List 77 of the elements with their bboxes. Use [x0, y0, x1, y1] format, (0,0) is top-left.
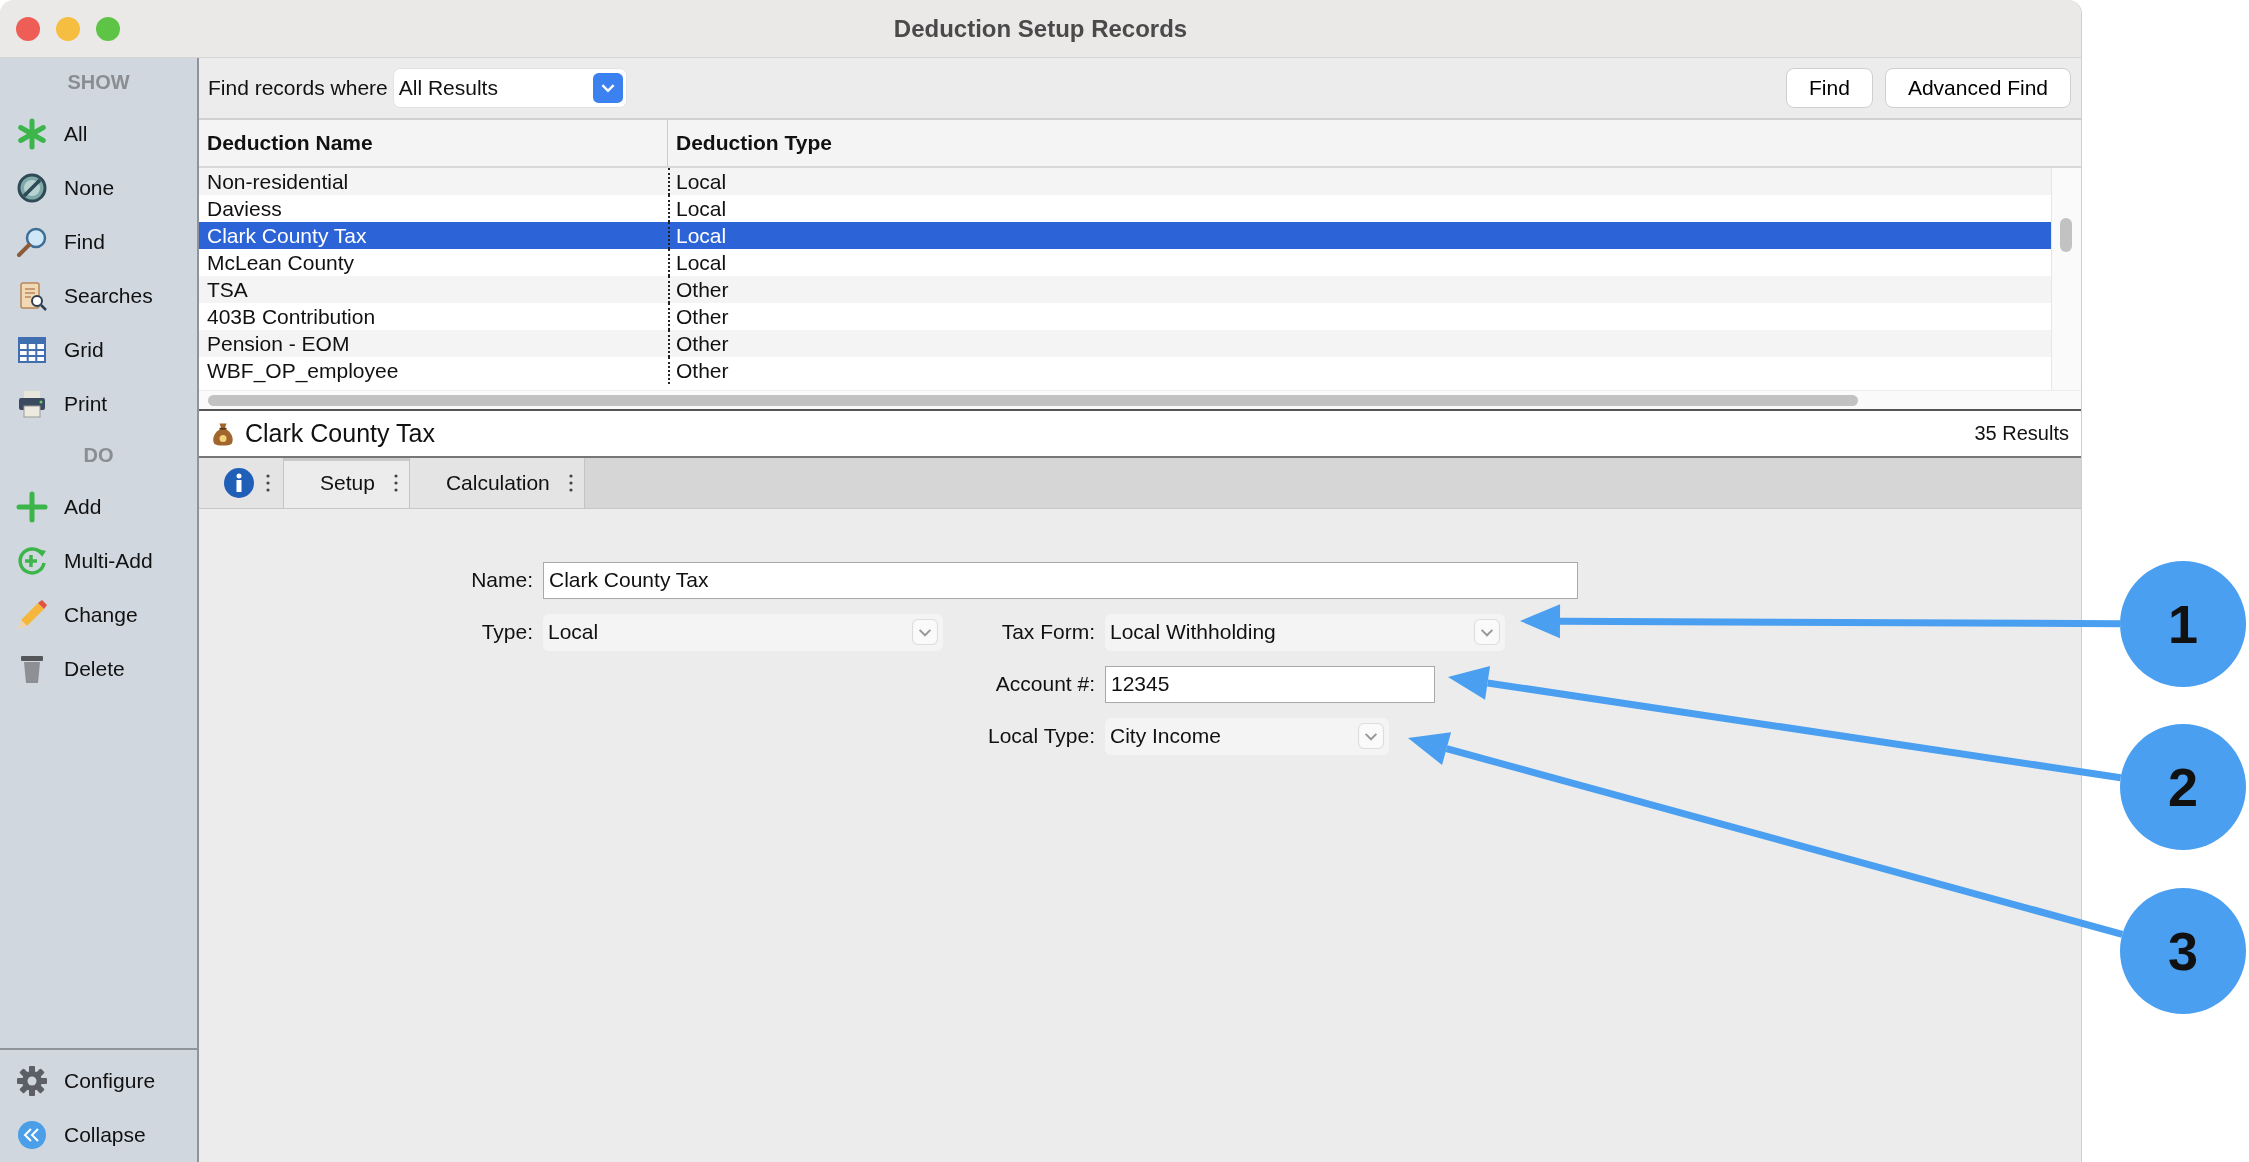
- toolbar-button[interactable]: Find: [1786, 68, 1873, 108]
- callout-number: 1: [2120, 561, 2246, 687]
- sidebar-item[interactable]: Searches: [0, 269, 197, 323]
- sidebar-heading: SHOW: [67, 71, 130, 94]
- field-label: Account #:: [995, 672, 1096, 696]
- chevron-down-icon: [1474, 619, 1500, 645]
- sidebar-item[interactable]: Multi-Add: [0, 534, 197, 588]
- filter-dropdown[interactable]: All Results: [393, 69, 626, 107]
- results-count: 35 Results: [1974, 422, 2069, 445]
- pencil-icon: [16, 599, 48, 631]
- kebab-icon[interactable]: [392, 473, 399, 493]
- table-cell-text: Other: [675, 277, 729, 303]
- table-cell-text: Other: [675, 304, 729, 330]
- info-tab[interactable]: [199, 458, 284, 508]
- window-title: Deduction Setup Records: [893, 14, 1188, 43]
- table-cell-text: Other: [675, 331, 729, 357]
- vertical-scrollbar[interactable]: [2051, 168, 2081, 390]
- field-label: Type:: [481, 620, 534, 644]
- sidebar-item[interactable]: Configure: [0, 1054, 197, 1108]
- sidebar-item[interactable]: All: [0, 107, 197, 161]
- table-cell-text: Local: [675, 196, 727, 222]
- prohibited-icon: [16, 172, 48, 204]
- zoom-window-button[interactable]: [96, 17, 120, 41]
- field-label: Local Type:: [987, 724, 1096, 748]
- settings-icon: [16, 1065, 48, 1097]
- column-header[interactable]: Deduction Name: [199, 120, 668, 166]
- sidebar-item[interactable]: Grid: [0, 323, 197, 377]
- sidebar-item[interactable]: Print: [0, 377, 197, 431]
- dropdown[interactable]: Local Withholding: [1105, 613, 1505, 651]
- horizontal-scrollbar[interactable]: [199, 390, 2081, 409]
- kebab-icon[interactable]: [265, 473, 271, 493]
- table-cell-text: Other: [675, 358, 729, 384]
- close-window-button[interactable]: [16, 17, 40, 41]
- text-field[interactable]: 12345: [1105, 665, 1435, 703]
- sidebar-item[interactable]: Delete: [0, 642, 197, 696]
- table-row[interactable]: Clark County Tax Local: [199, 222, 2051, 249]
- sidebar-item[interactable]: Add: [0, 480, 197, 534]
- table-row[interactable]: Pension - EOM Other: [199, 330, 2051, 357]
- sidebar-item[interactable]: Collapse: [0, 1108, 197, 1162]
- text-field[interactable]: Clark County Tax: [543, 561, 1578, 599]
- table-row[interactable]: TSA Other: [199, 276, 2051, 303]
- callout-number: 3: [2120, 888, 2246, 1014]
- record-title: Clark County Tax: [245, 419, 435, 448]
- kebab-icon[interactable]: [567, 473, 574, 493]
- scrollbar-thumb[interactable]: [208, 395, 1858, 406]
- tab[interactable]: Calculation: [409, 458, 585, 508]
- callout-number: 2: [2120, 724, 2246, 850]
- table-cell-text: Local: [675, 223, 727, 249]
- sidebar-item[interactable]: Change: [0, 588, 197, 642]
- printer-icon: [16, 388, 48, 420]
- tab[interactable]: Setup: [284, 458, 410, 508]
- dropdown[interactable]: Local: [543, 613, 943, 651]
- table-cell: WBF_OP_employee: [199, 357, 670, 384]
- minimize-window-button[interactable]: [56, 17, 80, 41]
- chevron-down-icon: [1358, 723, 1384, 749]
- dropdown[interactable]: City Income: [1105, 717, 1389, 755]
- info-icon: [223, 467, 255, 499]
- circular-plus-icon: [16, 545, 48, 577]
- table-cell-text: Local: [675, 169, 727, 195]
- sidebar-item[interactable]: None: [0, 161, 197, 215]
- table-row[interactable]: Non-residential Local: [199, 168, 2051, 195]
- sidebar-heading: DO: [83, 444, 114, 467]
- sidebar-item[interactable]: Find: [0, 215, 197, 269]
- find-label: Find records where: [208, 76, 388, 100]
- plus-icon: [16, 491, 48, 523]
- chevron-down-icon: [912, 619, 938, 645]
- field-label: Tax Form:: [1001, 620, 1096, 644]
- scrollbar-thumb[interactable]: [2060, 218, 2072, 252]
- chevron-down-icon: [592, 73, 623, 103]
- double-chevron-icon: [16, 1119, 48, 1151]
- asterisk-icon: [16, 118, 48, 150]
- field-label: Name:: [471, 568, 534, 592]
- table-cell-text: Local: [675, 250, 727, 276]
- column-header[interactable]: Deduction Type: [668, 120, 832, 166]
- search-icon: [16, 226, 48, 258]
- toolbar-button[interactable]: Advanced Find: [1884, 68, 2071, 108]
- grid-icon: [16, 334, 48, 366]
